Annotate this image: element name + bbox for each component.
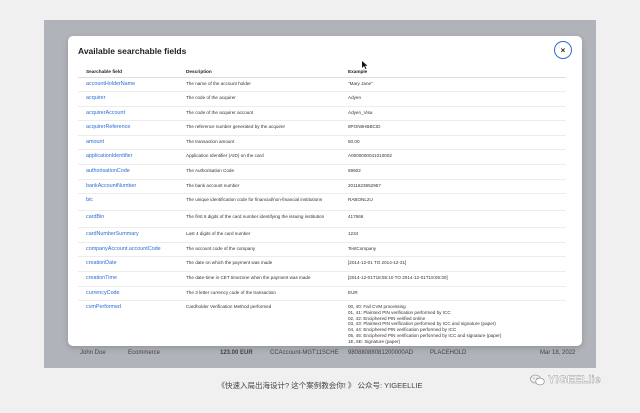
field-description: The account code of the company [178,242,340,258]
field-example: 1234 [340,227,566,243]
bg-cell-name: John Doe [80,350,106,356]
field-link[interactable]: cardBin [78,210,178,229]
field-example: EUR [340,286,566,302]
table-header-row: Searchable field Description Example [78,66,566,78]
field-link[interactable]: creationDate [78,256,178,273]
field-example: A0000000041010002 [340,149,566,166]
field-example: 00, 40: Fail CVM processing 01, 41: Plai… [340,300,566,346]
field-example: 50.00 [340,135,566,151]
table-row: companyAccount.accountCode The account c… [78,242,566,258]
table-row: bic The unique identification code for f… [78,193,566,212]
bg-cell-account: CCAccount-MGT11SCHE [270,350,339,356]
field-example: "Mary Jane" [340,77,566,93]
field-link[interactable]: companyAccount.accountCode [78,242,178,258]
table-row: authorisationCode The Authorisation Code… [78,164,566,180]
field-description: The date on which the payment was made [178,256,340,273]
searchable-fields-modal: Available searchable fields × Searchable… [68,36,582,346]
field-example: [2014-12-01T18:55:10 TO 2014-12-01T19:05… [340,271,566,287]
field-example: 59602 [340,164,566,180]
field-description: Cardholder Verification Method performed [178,300,340,346]
field-description: Last 4 digits of the card number [178,227,340,243]
field-description: The first 6 digits of the card number id… [178,210,340,229]
field-description: The transaction amount [178,135,340,151]
table-row: amount The transaction amount 50.00 [78,135,566,151]
wechat-watermark: YIGEELlie [530,374,601,386]
field-description: The 3 letter currency code of the transa… [178,286,340,302]
table-row: creationDate The date on which the payme… [78,256,566,273]
table-row: acquirerReference The reference number g… [78,120,566,136]
table-row: creationTime The date-time in CET timezo… [78,271,566,287]
field-link[interactable]: authorisationCode [78,164,178,180]
field-description: The code of the acquirer [178,91,340,107]
field-example: Adyen_Visa [340,106,566,122]
field-description: The date-time in CET timezone when the p… [178,271,340,287]
bg-cell-ref2: PLACEHOLD [430,350,467,356]
field-example: 2011623852957 [340,179,566,195]
bg-cell-amount: 123.00 EUR [220,350,253,356]
watermark-text: YIGEELlie [548,374,601,386]
field-description: The name of the account holder [178,77,340,93]
field-link[interactable]: acquirer [78,91,178,107]
searchable-fields-table: Searchable field Description Example acc… [78,66,566,346]
field-link[interactable]: bankAccountNumber [78,179,178,195]
field-example: RABONL2U [340,193,566,212]
table-row: acquirerAccount The code of the acquirer… [78,106,566,122]
close-button[interactable]: × [554,41,572,59]
modal-title: Available searchable fields [78,46,187,56]
field-description: The unique identification code for finan… [178,193,340,212]
table-row: accountHolderName The name of the accoun… [78,77,566,93]
background-table-row: John Doe Ecommerce 123.00 EUR CCAccount-… [70,346,580,360]
wechat-icon [530,374,545,386]
table-row: cardNumberSummary Last 4 digits of the c… [78,227,566,243]
bg-cell-date: Mar 18, 2022 [540,350,576,356]
field-link[interactable]: acquirerReference [78,120,178,136]
field-description: Application Identifier (AID) on the card [178,149,340,166]
table-row: bankAccountNumber The bank account numbe… [78,179,566,195]
field-example: TestCompany [340,242,566,258]
field-link[interactable]: accountHolderName [78,77,178,93]
field-example: [2014-12-01 TO 2014-12-31] [340,256,566,273]
field-link[interactable]: creationTime [78,271,178,287]
field-link[interactable]: currencyCode [78,286,178,302]
field-description: The reference number generated by the ac… [178,120,340,136]
field-description: The bank account number [178,179,340,195]
field-link[interactable]: bic [78,193,178,212]
field-link[interactable]: amount [78,135,178,151]
field-description: The Authorisation Code [178,164,340,180]
column-header-field: Searchable field [78,66,178,78]
field-example: 8PON8HBBCID [340,120,566,136]
bg-cell-type: Ecommerce [128,350,161,356]
column-header-description: Description [178,66,340,78]
table-row: currencyCode The 3 letter currency code … [78,286,566,302]
column-header-example: Example [340,66,566,78]
bg-cell-ref: 98088088081200000AD [348,350,414,356]
field-link[interactable]: cvmPerformed [78,300,178,346]
table-row: acquirer The code of the acquirer Adyen [78,91,566,107]
table-row: cvmPerformed Cardholder Verification Met… [78,300,566,346]
field-example: 417666 [340,210,566,229]
field-description: The code of the acquirer account [178,106,340,122]
table-row: applicationIdentifier Application Identi… [78,149,566,166]
field-link[interactable]: acquirerAccount [78,106,178,122]
table-row: cardBin The first 6 digits of the card n… [78,210,566,229]
close-icon: × [560,45,566,55]
field-example: Adyen [340,91,566,107]
field-link[interactable]: applicationIdentifier [78,149,178,166]
field-link[interactable]: cardNumberSummary [78,227,178,243]
